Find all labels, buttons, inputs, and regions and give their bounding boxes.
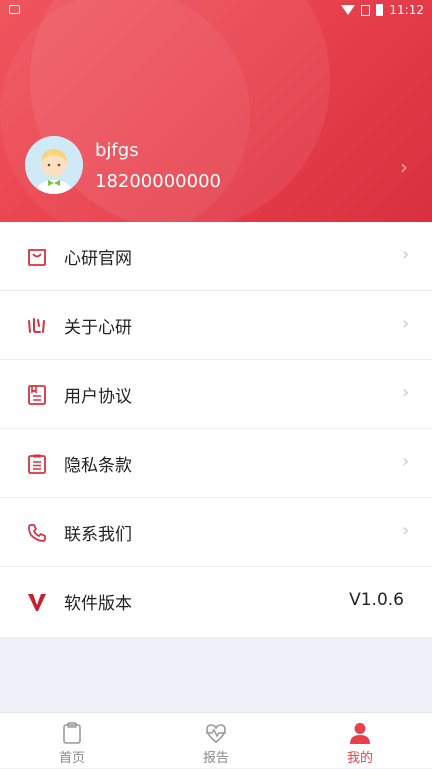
- menu-label: 关于心研: [64, 318, 132, 338]
- sim-icon: [361, 4, 371, 16]
- username: bjfgs: [95, 140, 139, 161]
- settings-menu: 心研官网 › 关于心研 › 用户协议 › 隐私条款 › 联系我们 › 软件版本 …: [0, 222, 432, 637]
- tab-label: 报告: [202, 751, 229, 766]
- clipboard-icon: [63, 722, 81, 744]
- menu-label: 用户协议: [64, 387, 132, 407]
- tab-label: 我的: [346, 751, 373, 766]
- tab-report[interactable]: 报告: [144, 713, 288, 769]
- menu-item-contact[interactable]: 联系我们 ›: [0, 498, 432, 567]
- avatar[interactable]: [25, 136, 83, 194]
- menu-label: 隐私条款: [64, 456, 132, 476]
- clipboard-icon: [28, 454, 46, 474]
- menu-item-privacy[interactable]: 隐私条款 ›: [0, 429, 432, 498]
- chevron-right-icon: ›: [402, 520, 410, 541]
- version-value: V1.0.6: [349, 590, 404, 610]
- avatar-icon: [25, 136, 83, 194]
- status-time: 11:12: [389, 3, 424, 17]
- menu-label: 软件版本: [64, 594, 132, 614]
- tab-mine[interactable]: 我的: [288, 713, 432, 769]
- profile-header[interactable]: 11:12 bjfgs 18200000000 ›: [0, 0, 432, 222]
- chevron-right-icon: ›: [402, 382, 410, 403]
- battery-icon: [376, 4, 384, 16]
- menu-item-about[interactable]: 关于心研 ›: [0, 291, 432, 360]
- bottom-tab-bar: 首页 报告 我的: [0, 712, 432, 768]
- tab-home[interactable]: 首页: [0, 713, 144, 769]
- phone-number: 18200000000: [95, 171, 221, 192]
- menu-item-user-agreement[interactable]: 用户协议 ›: [0, 360, 432, 429]
- heart-pulse-icon: [206, 724, 226, 744]
- phone-icon: [28, 524, 46, 542]
- menu-label: 联系我们: [64, 525, 132, 545]
- status-bar: 11:12: [0, 0, 432, 22]
- menu-item-website[interactable]: 心研官网 ›: [0, 222, 432, 291]
- menu-item-version: 软件版本 V1.0.6: [0, 567, 432, 637]
- brand-logo-icon: [28, 318, 45, 333]
- menu-label: 心研官网: [64, 249, 132, 269]
- shopping-bag-icon: [28, 249, 46, 266]
- person-icon: [350, 723, 370, 744]
- chevron-right-icon: ›: [402, 313, 410, 334]
- document-icon: [28, 385, 46, 405]
- tab-label: 首页: [58, 751, 85, 766]
- v-logo-icon: [28, 594, 46, 611]
- chevron-right-icon[interactable]: ›: [400, 155, 408, 179]
- wifi-icon: [341, 5, 356, 15]
- gallery-icon: [9, 5, 20, 14]
- chevron-right-icon: ›: [402, 451, 410, 472]
- chevron-right-icon: ›: [402, 244, 410, 265]
